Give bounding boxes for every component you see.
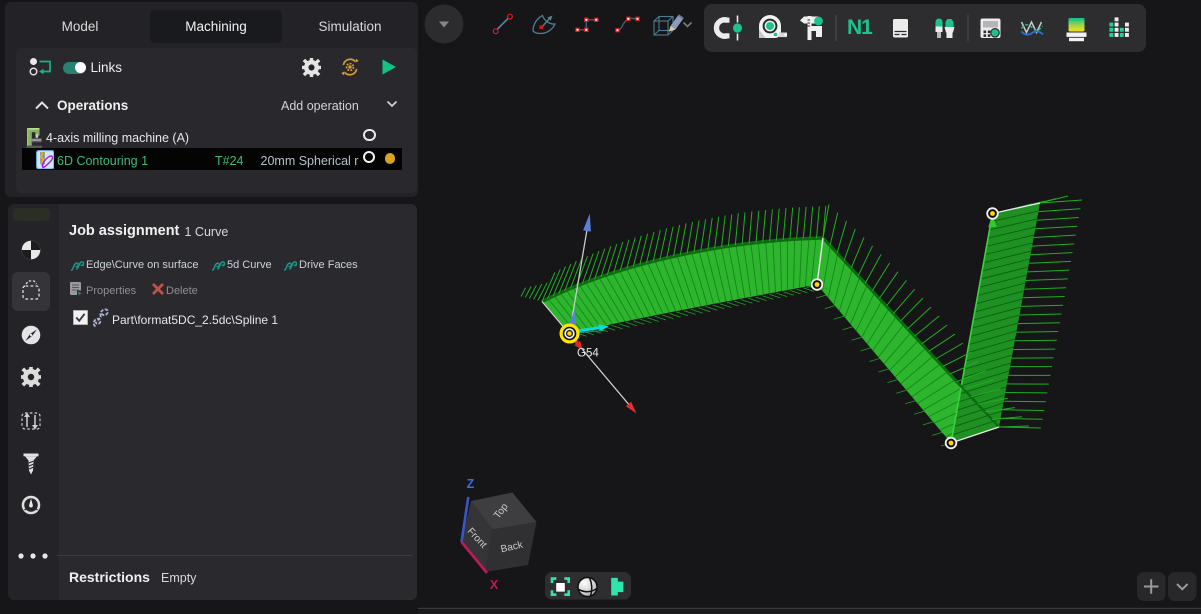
svg-text:G54: G54 xyxy=(577,348,599,360)
svg-text:X: X xyxy=(490,578,499,592)
svg-text:Z: Z xyxy=(467,477,475,491)
svg-text:N1: N1 xyxy=(847,16,873,39)
